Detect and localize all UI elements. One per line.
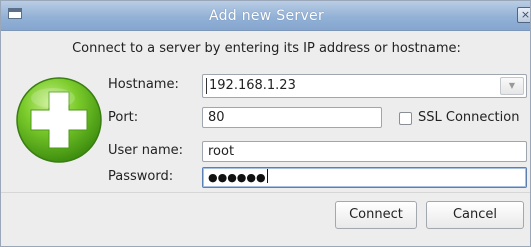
- password-field[interactable]: ●●●●●●: [202, 167, 527, 188]
- close-icon: ×: [520, 8, 531, 21]
- password-label: Password:: [108, 169, 174, 184]
- cancel-button[interactable]: Cancel: [426, 201, 524, 229]
- green-plus-icon: [16, 77, 102, 163]
- button-separator: [1, 192, 530, 193]
- dropdown-arrow-button[interactable]: ▼: [500, 77, 524, 95]
- port-label: Port:: [108, 110, 139, 125]
- username-label: User name:: [108, 143, 184, 158]
- ssl-checkbox[interactable]: [399, 112, 412, 125]
- ssl-connection-label[interactable]: SSL Connection: [418, 110, 519, 125]
- password-masked-value: ●●●●●●: [208, 171, 266, 184]
- connect-button[interactable]: Connect: [335, 201, 417, 229]
- username-field[interactable]: root: [202, 141, 527, 162]
- window-title: Add new Server: [208, 8, 325, 24]
- port-field[interactable]: 80: [202, 107, 382, 128]
- text-caret: [266, 169, 268, 183]
- close-button[interactable]: ×: [517, 7, 531, 23]
- title-bar[interactable]: Add new Server ×: [1, 1, 531, 31]
- chevron-down-icon: ▼: [508, 81, 516, 90]
- hostname-value: 192.168.1.23: [209, 78, 296, 93]
- hostname-label: Hostname:: [108, 77, 179, 92]
- text-caret: [206, 78, 207, 94]
- dialog-description: Connect to a server by entering its IP a…: [72, 41, 461, 56]
- add-server-dialog: Add new Server × Connect to a server by …: [0, 0, 531, 247]
- hostname-combobox[interactable]: 192.168.1.23 ▼: [202, 74, 527, 98]
